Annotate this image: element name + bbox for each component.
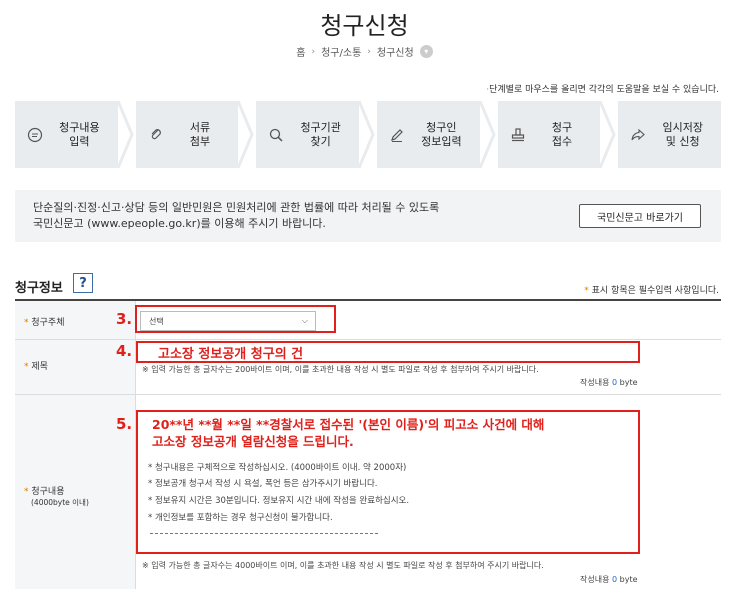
content-byte-counter: 작성내용 0 byte	[580, 575, 638, 584]
chevron-right-icon: ›	[311, 46, 316, 57]
annotation-5: 5.	[116, 415, 133, 433]
step-label: 임시저장 및 신청	[662, 120, 703, 148]
content-textarea-value: 20**년 **월 **일 **경찰서로 접수된 '(본인 이름)'의 피고소 …	[152, 417, 545, 449]
content-label: * 청구내용	[24, 487, 65, 497]
chevron-right-icon	[600, 101, 616, 168]
annotation-3: 3.	[116, 310, 133, 328]
title-length-note: ※ 입력 가능한 총 글자수는 200바이트 이며, 이를 초과한 내용 작성 …	[142, 365, 539, 374]
title-label: * 제목	[24, 362, 48, 372]
required-note: * 표시 항목은 필수입력 사항입니다.	[584, 286, 719, 296]
title-input-value: 고소장 정보공개 청구의 건	[158, 347, 304, 362]
step-6[interactable]: 임시저장 및 신청	[618, 101, 722, 168]
step-4[interactable]: 청구인 정보입력	[377, 101, 496, 168]
paperclip-icon	[151, 128, 161, 139]
title-byte-counter: 작성내용 0 byte	[580, 378, 638, 387]
chat-bubble-icon	[27, 127, 43, 142]
subject-select[interactable]: 선택 ⌵	[140, 311, 316, 331]
chevron-right-icon	[238, 101, 254, 168]
annotation-4: 4.	[116, 342, 133, 360]
step-3[interactable]: 청구기관 찾기	[256, 101, 375, 168]
pencil-icon	[391, 128, 403, 142]
search-icon	[270, 128, 283, 142]
page-title: 청구신청	[320, 12, 409, 40]
chevron-right-icon	[479, 101, 496, 168]
subject-label: * 청구주체	[24, 318, 65, 328]
share-arrow-icon	[631, 128, 646, 140]
step-label: 청구인 정보입력	[421, 120, 462, 148]
chevron-right-icon	[359, 101, 375, 168]
notice-box: 단순질의·진정·신고·상담 등의 일반민원은 민원처리에 관한 법률에 따라 처…	[15, 190, 721, 242]
breadcrumb-current: 청구신청	[376, 48, 414, 59]
chevron-down-icon[interactable]: ▾	[419, 45, 433, 58]
step-bar: 청구내용 입력 서류 첨부 청구기관 찾기 청구인 정보입력 청구 접수 임시저…	[15, 101, 722, 168]
step-label: 서류 첨부	[189, 120, 211, 148]
step-label: 청구내용 입력	[59, 120, 100, 148]
breadcrumb-home[interactable]: 홈	[296, 44, 305, 59]
row-divider	[15, 394, 721, 395]
content-sublabel: (4000byte 이내)	[31, 498, 89, 507]
content-guide: * 정보유지 시간은 30분입니다. 정보유지 시간 내에 작성을 완료하십시오…	[148, 496, 410, 506]
step-label: 청구 접수	[551, 120, 573, 148]
chevron-right-icon: ›	[367, 46, 371, 57]
content-guide: * 청구내용은 구체적으로 작성하십시오. (4000바이트 이내. 약 200…	[148, 463, 407, 473]
epeople-link-button[interactable]: 국민신문고 바로가기	[579, 204, 701, 228]
help-note: ·단계별로 마우스를 올리면 각각의 도움말을 보실 수 있습니다.	[486, 85, 719, 95]
section-title: 청구정보	[15, 281, 63, 296]
stamp-icon	[511, 127, 524, 141]
step-1[interactable]: 청구내용 입력	[15, 101, 134, 168]
required-star-icon: *	[584, 286, 589, 296]
content-guide: * 정보공개 청구서 작성 시 욕설, 폭언 등은 삼가주시기 바랍니다.	[148, 479, 378, 489]
breadcrumb-claim[interactable]: 청구/소통	[321, 44, 361, 59]
step-2[interactable]: 서류 첨부	[135, 101, 254, 168]
help-button[interactable]: ?	[73, 273, 93, 293]
notice-text: 단순질의·진정·신고·상담 등의 일반민원은 민원처리에 관한 법률에 따라 처…	[33, 201, 440, 230]
breadcrumb: 홈 › 청구/소통 › 청구신청 ▾	[0, 44, 729, 59]
row-divider	[15, 339, 721, 340]
step-label: 청구기관 찾기	[300, 120, 341, 148]
chevron-right-icon	[117, 101, 134, 168]
chevron-down-icon: ⌵	[301, 316, 308, 325]
step-5[interactable]: 청구 접수	[497, 101, 616, 168]
content-length-note: ※ 입력 가능한 총 글자수는 4000바이트 이며, 이를 초과한 내용 작성…	[142, 561, 544, 570]
content-divider	[150, 533, 378, 534]
content-guide: * 개인정보를 포함하는 경우 청구신청이 불가합니다.	[148, 513, 333, 523]
